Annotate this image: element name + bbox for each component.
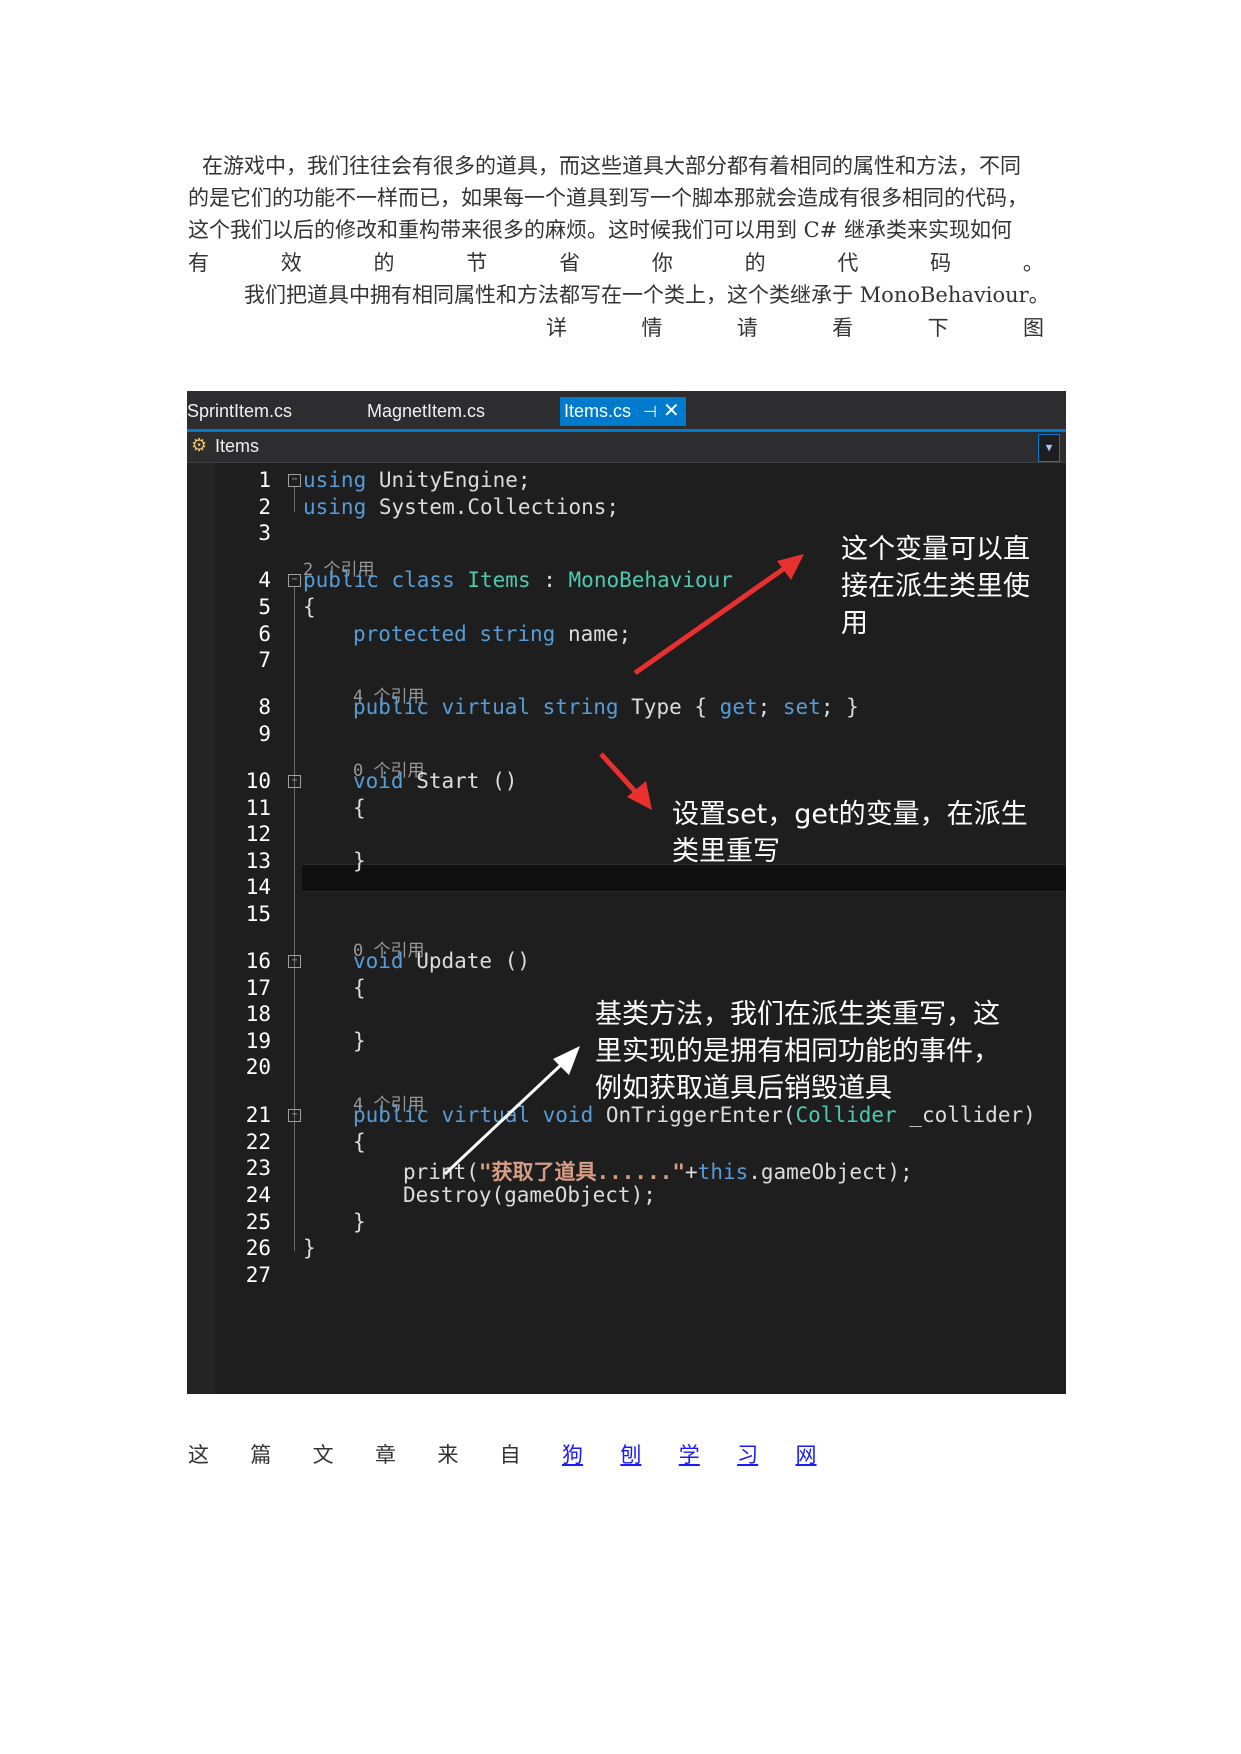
intro-line-5: 我们把道具中拥有相同属性和方法都写在一个类上，这个类继承于 MonoBehavi… xyxy=(244,283,1050,307)
char: 下 xyxy=(927,316,949,340)
char: 效 xyxy=(280,251,302,275)
char: 文 xyxy=(312,1443,334,1467)
annotation-virtual-property: 设置set，get的变量，在派生 类里重写 xyxy=(672,796,1028,870)
char: 的 xyxy=(373,251,395,275)
char: 码 xyxy=(930,251,952,275)
annotation-line: 类里重写 xyxy=(672,836,780,867)
char: 图 xyxy=(1022,316,1044,340)
char: 的 xyxy=(744,251,766,275)
red-arrow-icon xyxy=(633,554,804,676)
char: 自 xyxy=(499,1443,521,1467)
annotation-line: 例如获取道具后销毁道具 xyxy=(595,1073,892,1104)
char: 篇 xyxy=(250,1443,272,1467)
intro-line-6: 详情请看下图 xyxy=(546,312,1044,342)
intro-line-1: 在游戏中，我们往往会有很多的道具，而这些道具大部分都有着相同的属性和方法，不同 xyxy=(202,154,1021,178)
code-editor-screenshot: SprintItem.cs MagnetItem.cs Items.cs ⊣ ✕ ⚙… xyxy=(187,391,1066,1394)
annotation-line: 里实现的是拥有相同功能的事件， xyxy=(595,1036,1000,1067)
annotation-line: 接在派生类里使 xyxy=(841,571,1030,602)
white-arrow-icon xyxy=(443,1046,580,1176)
link-char[interactable]: 学 xyxy=(679,1439,700,1469)
source-attribution: 这 篇 文 章 来 自 狗 刨 学 习 网 xyxy=(188,1439,874,1469)
char: 请 xyxy=(736,316,758,340)
char: 情 xyxy=(641,316,663,340)
char: 来 xyxy=(437,1443,459,1467)
annotation-line: 这个变量可以直 xyxy=(841,534,1030,565)
intro-line-4: 有 效 的 节 省 你 的 代 码 。 xyxy=(188,247,1044,277)
link-tail[interactable] xyxy=(854,1439,874,1469)
annotation-line: 基类方法，我们在派生类重写，这 xyxy=(595,999,1000,1030)
char: 省 xyxy=(559,251,581,275)
char: 章 xyxy=(374,1443,396,1467)
link-char[interactable]: 狗 xyxy=(562,1439,583,1469)
intro-line-3: 这个我们以后的修改和重构带来很多的麻烦。这时候我们可以用到 C# 继承类来实现如… xyxy=(188,218,1013,242)
char: 。 xyxy=(1022,251,1044,275)
char: 代 xyxy=(837,251,859,275)
char: 有 xyxy=(188,251,209,275)
char: 详 xyxy=(546,316,567,340)
char: 这 xyxy=(188,1443,209,1467)
annotation-virtual-method: 基类方法，我们在派生类重写，这 里实现的是拥有相同功能的事件， 例如获取道具后销… xyxy=(595,996,1000,1107)
char: 你 xyxy=(651,251,673,275)
char: 看 xyxy=(832,316,854,340)
red-arrow-icon xyxy=(599,752,652,810)
annotation-line: 设置set，get的变量，在派生 xyxy=(672,799,1028,830)
link-char[interactable]: 刨 xyxy=(620,1439,641,1469)
annotation-line: 用 xyxy=(841,608,868,639)
intro-line-2: 的是它们的功能不一样而已，如果每一个道具到写一个脚本那就会造成有很多相同的代码， xyxy=(188,186,1028,210)
link-char[interactable]: 习 xyxy=(737,1439,758,1469)
char: 节 xyxy=(466,251,488,275)
annotation-protected-field: 这个变量可以直 接在派生类里使 用 xyxy=(841,531,1030,642)
source-link[interactable]: 狗 刨 学 习 网 xyxy=(562,1439,874,1469)
link-char[interactable]: 网 xyxy=(796,1439,817,1469)
